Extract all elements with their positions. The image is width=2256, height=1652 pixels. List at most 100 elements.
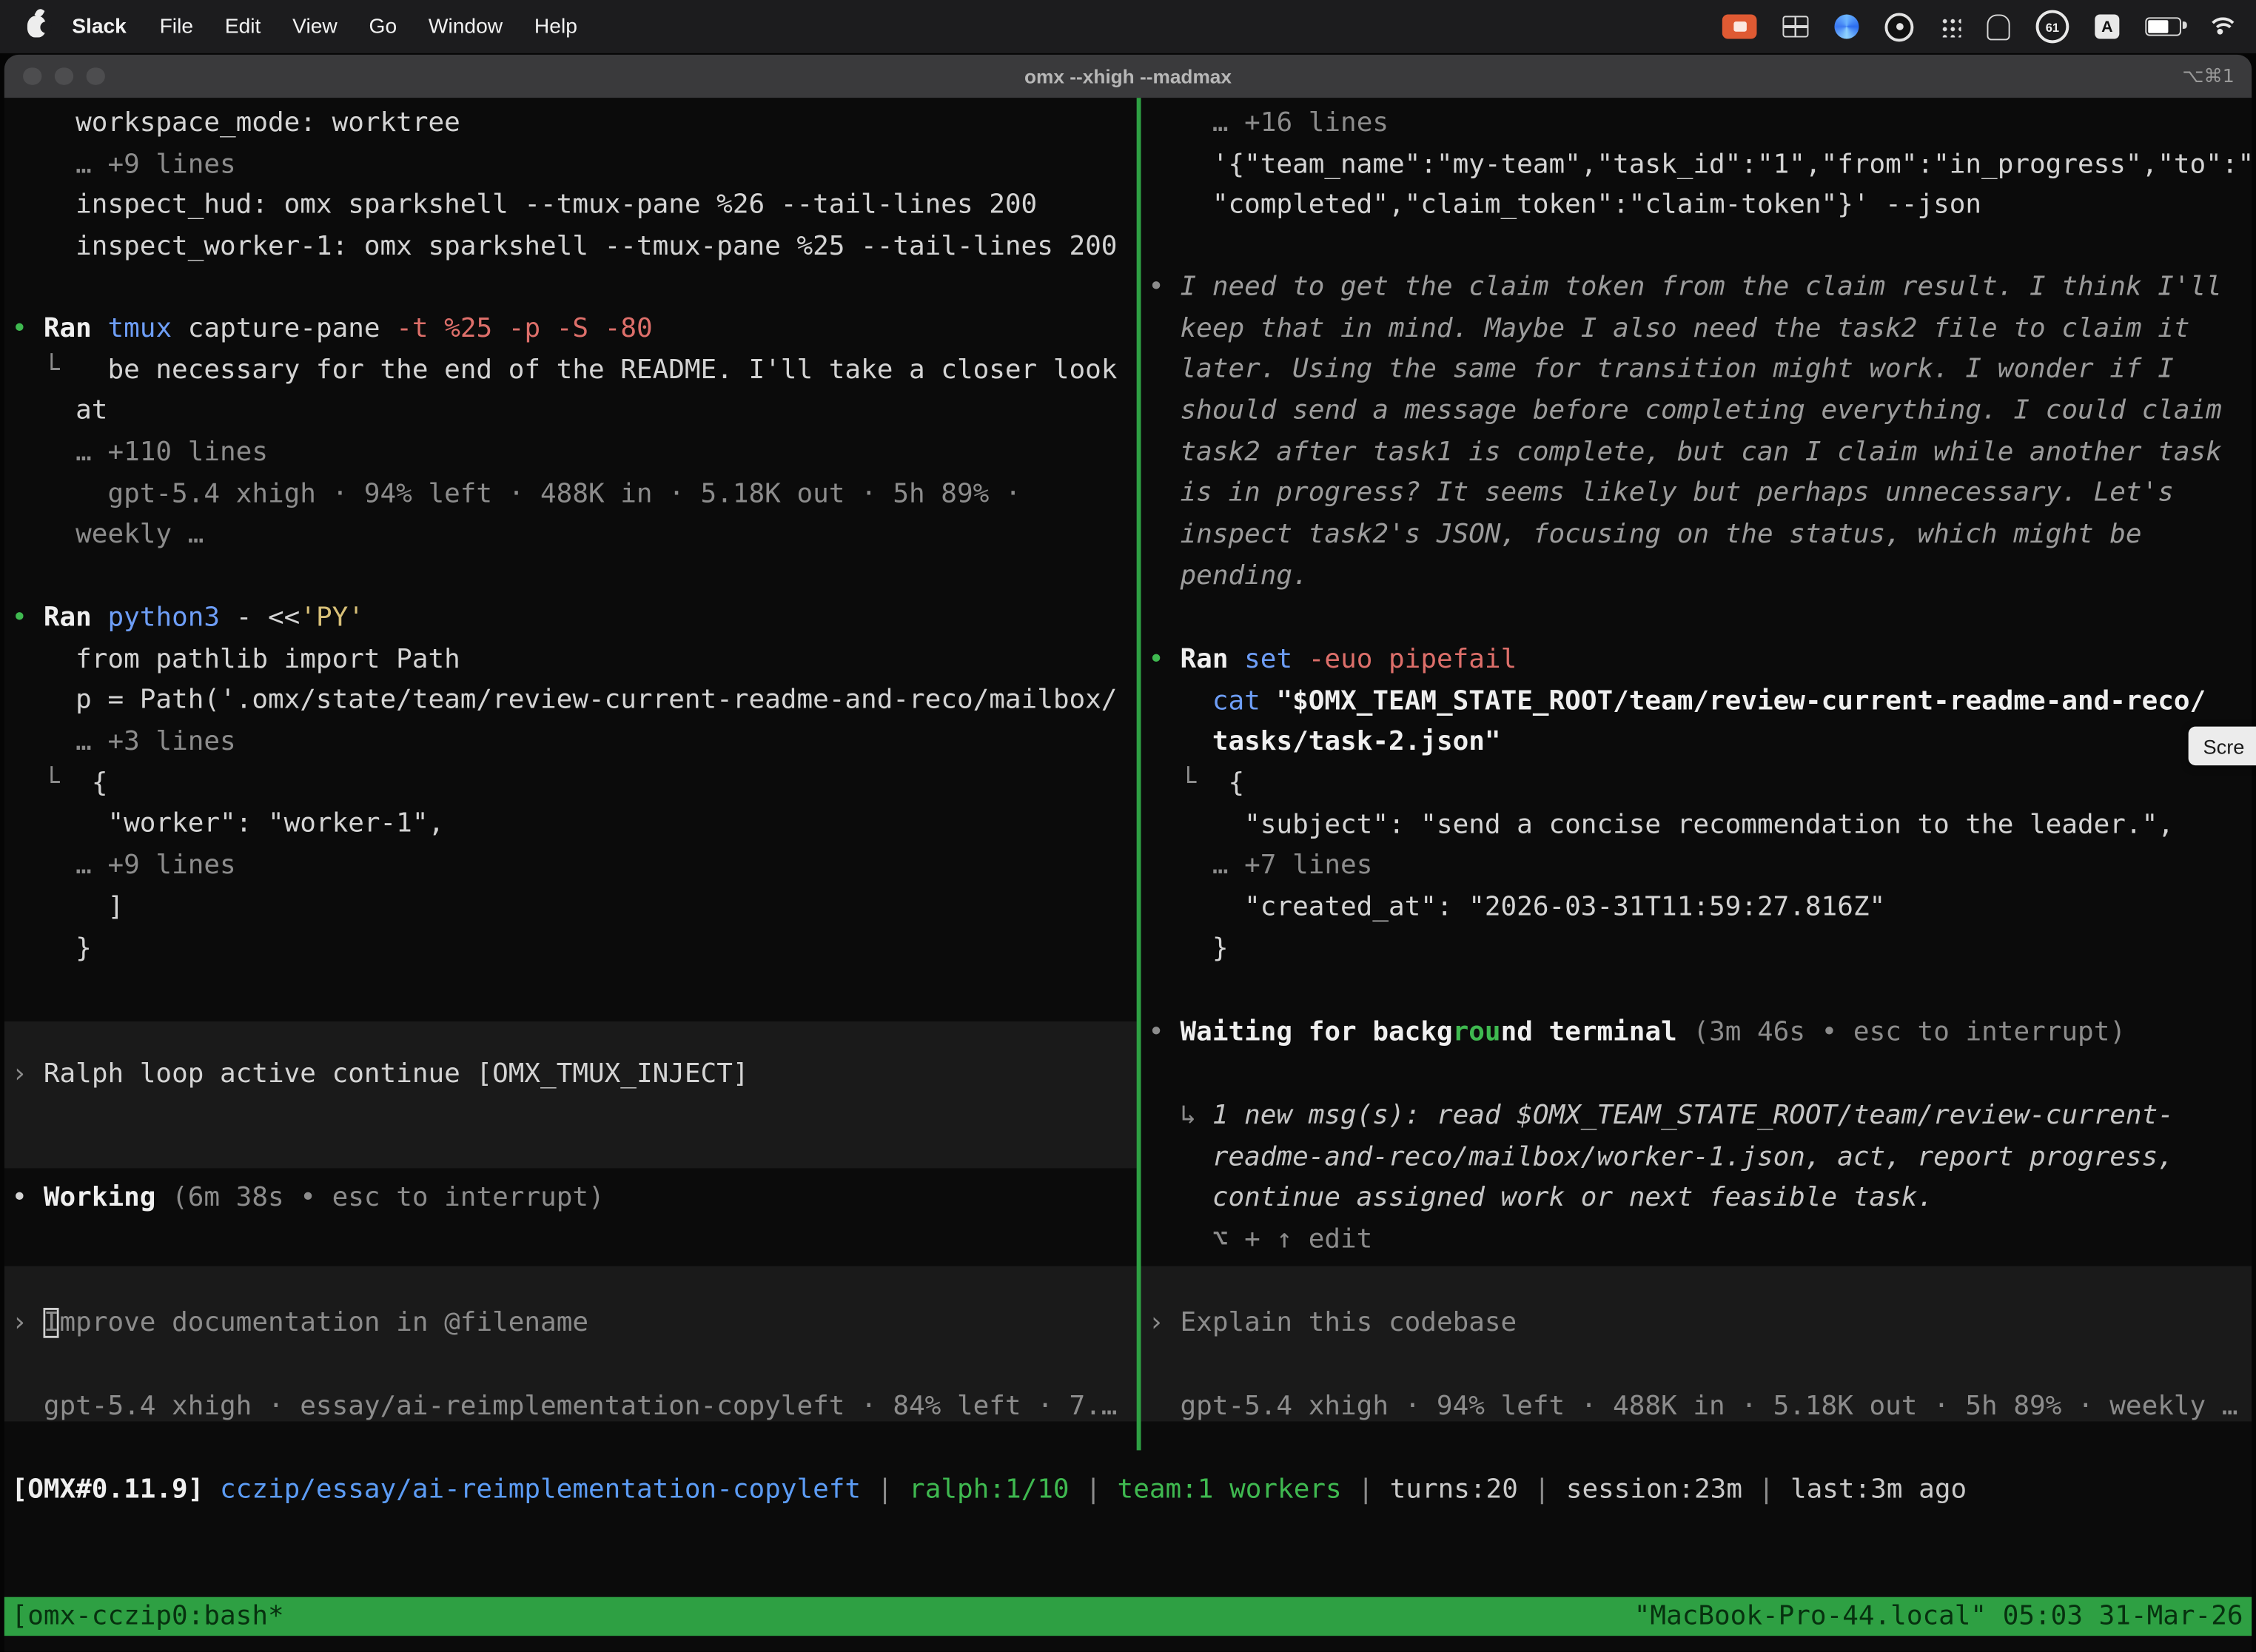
terminal-line: "completed","claim_token":"claim-token"}…: [1148, 186, 2252, 227]
terminal-line: weekly …: [12, 516, 1137, 557]
menu-help[interactable]: Help: [519, 0, 594, 53]
terminal-line: • I need to get the claim token from the…: [1148, 268, 2252, 309]
swirl-app-icon[interactable]: [1834, 14, 1859, 38]
terminal-window: omx --xhigh --madmax ⌥⌘1 workspace_mode:…: [4, 55, 2252, 1652]
terminal-line: workspace_mode: worktree: [12, 104, 1137, 145]
terminal-line: continue assigned work or next feasible …: [1148, 1179, 2252, 1220]
terminal-line: tasks/task-2.json": [1148, 723, 2252, 765]
terminal-line: └ {: [12, 764, 1137, 805]
output-block: ↳ 1 new msg(s): read $OMX_TEAM_STATE_ROO…: [1141, 1096, 2252, 1261]
terminal-line: p = Path('.omx/state/team/review-current…: [12, 681, 1137, 722]
battery-icon[interactable]: [2145, 17, 2181, 36]
ghost-app-icon[interactable]: [1987, 13, 2010, 39]
menu-edit[interactable]: Edit: [209, 0, 276, 53]
right-terminal-pane[interactable]: … +16 lines '{"team_name":"my-team","tas…: [1141, 98, 2252, 1450]
output-block: • Working (6m 38s • esc to interrupt): [4, 1178, 1137, 1220]
menu-go[interactable]: Go: [353, 0, 412, 53]
terminal-line: later. Using the same for transition mig…: [1148, 350, 2252, 392]
terminal-line: ⌥ + ↑ edit: [1148, 1220, 2252, 1262]
tmux-status-bar: [omx-cczip0:bash* "MacBook-Pro-44.local"…: [4, 1597, 2252, 1636]
terminal-line: • Ran set -euo pipefail: [1148, 640, 2252, 682]
terminal-line: is in progress? It seems likely but perh…: [1148, 474, 2252, 515]
recording-icon: [1722, 14, 1757, 38]
window-titlebar[interactable]: omx --xhigh --madmax ⌥⌘1: [4, 55, 2252, 98]
output-block: gpt-5.4 xhigh · 94% left · 488K in · 5.1…: [1141, 1387, 2252, 1428]
terminal-line: gpt-5.4 xhigh · 94% left · 488K in · 5.1…: [1148, 1387, 2252, 1428]
terminal-line: should send a message before completing …: [1148, 392, 2252, 433]
omx-status-line: [OMX#0.11.9] cczip/essay/ai-reimplementa…: [12, 1471, 1967, 1512]
apple-menu[interactable]: [0, 16, 55, 37]
menu-window[interactable]: Window: [412, 0, 518, 53]
menu-bar: SlackFileEditViewGoWindowHelp 61 A: [0, 0, 2256, 53]
wifi-icon[interactable]: [2207, 17, 2233, 36]
apple-icon: [27, 16, 46, 37]
left-terminal-pane[interactable]: workspace_mode: worktree … +9 lines insp…: [4, 98, 1137, 1450]
terminal-line: › Explain this codebase: [1148, 1303, 2252, 1345]
terminal-line: ↳ 1 new msg(s): read $OMX_TEAM_STATE_ROO…: [1148, 1096, 2252, 1138]
terminal-line: … +3 lines: [12, 722, 1137, 764]
terminal-line: … +7 lines: [1148, 847, 2252, 888]
terminal-line: from pathlib import Path: [12, 639, 1137, 681]
tmux-host-time: "MacBook-Pro-44.local" 05:03 31-Mar-26: [1634, 1602, 2252, 1632]
output-block: workspace_mode: worktree … +9 lines insp…: [4, 104, 1137, 269]
input-source-icon[interactable]: A: [2095, 14, 2119, 38]
terminal-line: inspect task2's JSON, focusing on the st…: [1148, 515, 2252, 557]
terminal-line: }: [12, 929, 1137, 970]
battery-percent-ring-icon[interactable]: 61: [2036, 10, 2069, 44]
window-title: omx --xhigh --madmax: [4, 65, 2252, 87]
terminal-line: inspect_worker-1: omx sparkshell --tmux-…: [12, 227, 1137, 269]
minimize-button[interactable]: [55, 67, 73, 85]
output-block: gpt-5.4 xhigh · essay/ai-reimplementatio…: [4, 1387, 1137, 1428]
terminal-line: … +110 lines: [12, 433, 1137, 474]
terminal-line: • Working (6m 38s • esc to interrupt): [12, 1178, 1137, 1220]
screen-recording-indicator-icon[interactable]: [1722, 14, 1757, 38]
terminal-line: … +9 lines: [12, 145, 1137, 187]
output-block: • Ran python3 - <<'PY' from pathlib impo…: [4, 599, 1137, 970]
output-block: • Ran set -euo pipefail cat "$OMX_TEAM_S…: [1141, 640, 2252, 970]
output-block: • Ran tmux capture-pane -t %25 -p -S -80…: [4, 309, 1137, 557]
menu-view[interactable]: View: [277, 0, 353, 53]
terminal-line: └ be necessary for the end of the README…: [12, 351, 1137, 392]
terminal-line: keep that in mind. Maybe I also need the…: [1148, 309, 2252, 350]
tmux-session-name: [omx-cczip0:bash*: [4, 1602, 284, 1632]
close-button[interactable]: [23, 67, 41, 85]
terminal-line: "subject": "send a concise recommendatio…: [1148, 805, 2252, 847]
terminal-line: • Ran python3 - <<'PY': [12, 599, 1137, 640]
terminal-line: … +9 lines: [12, 846, 1137, 887]
output-block: … +16 lines '{"team_name":"my-team","tas…: [1141, 104, 2252, 227]
terminal-line: … +16 lines: [1148, 104, 2252, 145]
terminal-line: '{"team_name":"my-team","task_id":"1","f…: [1148, 145, 2252, 187]
terminal-line: pending.: [1148, 557, 2252, 598]
menu-slack[interactable]: Slack: [55, 0, 144, 53]
terminal-line: }: [1148, 929, 2252, 970]
terminal-line: ]: [12, 887, 1137, 929]
terminal-line: "created_at": "2026-03-31T11:59:27.816Z": [1148, 888, 2252, 930]
zoom-button[interactable]: [87, 67, 104, 85]
terminal-line: readme-and-reco/mailbox/worker-1.json, a…: [1148, 1138, 2252, 1179]
output-block: • Waiting for background terminal (3m 46…: [1141, 1013, 2252, 1054]
grid-app-icon[interactable]: [1782, 16, 1808, 37]
terminal-line: gpt-5.4 xhigh · 94% left · 488K in · 5.1…: [12, 474, 1137, 516]
terminal-line: at: [12, 392, 1137, 433]
window-controls: [4, 67, 104, 85]
terminal-line: └ {: [1148, 764, 2252, 805]
menu-file[interactable]: File: [144, 0, 209, 53]
terminal-line: › Ralph loop active continue [OMX_TMUX_I…: [12, 1055, 1137, 1096]
terminal-line: › Improve documentation in @filename: [12, 1303, 1137, 1345]
menu-bar-items: SlackFileEditViewGoWindowHelp: [55, 0, 593, 53]
dots-grid-app-icon[interactable]: [1939, 16, 1961, 37]
terminal-line: inspect_hud: omx sparkshell --tmux-pane …: [12, 186, 1137, 227]
terminal-line: task2 after task1 is complete, but can I…: [1148, 433, 2252, 474]
terminal-line: • Ran tmux capture-pane -t %25 -p -S -80: [12, 309, 1137, 351]
circle-app-icon[interactable]: [1884, 13, 1913, 41]
screen-tooltip: Scre: [2189, 727, 2256, 765]
window-shortcut-hint: ⌥⌘1: [2182, 65, 2252, 87]
terminal-line: gpt-5.4 xhigh · essay/ai-reimplementatio…: [12, 1387, 1137, 1428]
desktop: SlackFileEditViewGoWindowHelp 61 A omx -…: [0, 0, 2256, 1652]
terminal-line: • Waiting for background terminal (3m 46…: [1148, 1013, 2252, 1054]
output-block: • I need to get the claim token from the…: [1141, 268, 2252, 598]
terminal-line: "worker": "worker-1",: [12, 805, 1137, 846]
menu-bar-status-icons: 61 A: [1722, 10, 2256, 44]
prompt-band[interactable]: › Ralph loop active continue [OMX_TMUX_I…: [4, 1021, 1137, 1168]
terminal-line: cat "$OMX_TEAM_STATE_ROOT/team/review-cu…: [1148, 682, 2252, 723]
